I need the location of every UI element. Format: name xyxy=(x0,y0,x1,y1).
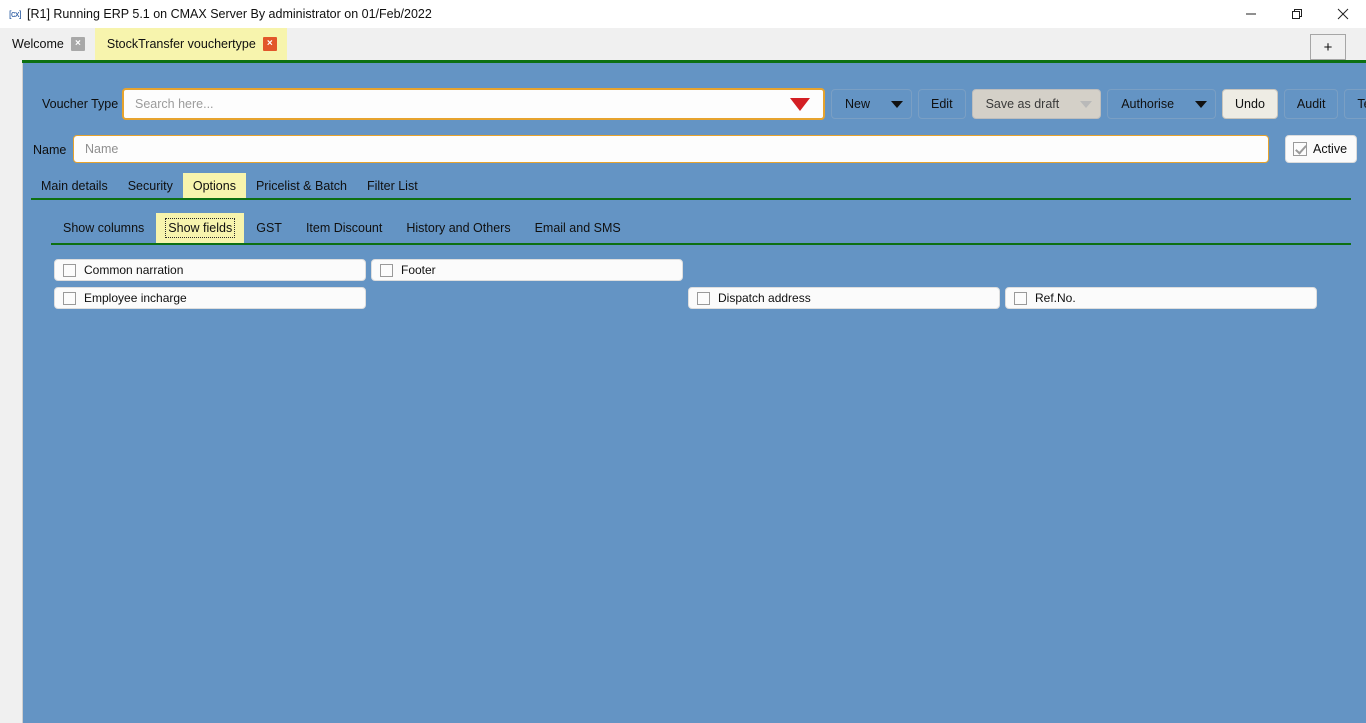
new-button[interactable]: New xyxy=(831,89,913,119)
tab-pricelist-and-batch[interactable]: Pricelist & Batch xyxy=(246,173,357,198)
template-button[interactable]: Template xyxy=(1344,89,1366,119)
active-checkbox-group[interactable]: Active xyxy=(1285,135,1357,163)
subtab-history-and-others-label: History and Others xyxy=(406,221,511,235)
window-title: [R1] Running ERP 5.1 on CMAX Server By a… xyxy=(27,7,432,21)
template-button-label: Template xyxy=(1357,97,1366,111)
ref-no-label: Ref.No. xyxy=(1035,291,1076,305)
add-tab-button[interactable]: + xyxy=(1310,34,1346,60)
tab-strip: Welcome × StockTransfer vouchertype × + xyxy=(0,28,1366,60)
active-checkbox[interactable] xyxy=(1293,142,1307,156)
employee-incharge-checkbox[interactable] xyxy=(63,291,76,305)
undo-button[interactable]: Undo xyxy=(1222,89,1278,119)
tab-options[interactable]: Options xyxy=(182,173,246,198)
subtab-show-fields-label: Show fields xyxy=(165,218,236,238)
employee-incharge-label: Employee incharge xyxy=(84,291,187,305)
voucher-type-search-box[interactable] xyxy=(122,88,825,120)
main-tab-bar: Main details Security Options Pricelist … xyxy=(23,173,1366,198)
save-as-draft-button-label: Save as draft xyxy=(985,97,1060,111)
tab-security-label: Security xyxy=(127,178,173,193)
save-as-draft-chevron-down-icon xyxy=(1070,90,1100,118)
tab-welcome[interactable]: Welcome × xyxy=(0,28,95,60)
subtab-show-fields[interactable]: Show fields xyxy=(156,213,245,243)
voucher-type-row: Voucher Type New Edit Save as draft xyxy=(23,88,1366,122)
tab-main-details[interactable]: Main details xyxy=(31,173,118,198)
sub-tab-divider xyxy=(51,243,1351,245)
search-input[interactable] xyxy=(133,91,790,117)
field-row-dispatch-address[interactable]: Dispatch address xyxy=(688,287,1000,309)
audit-button-label: Audit xyxy=(1296,97,1326,111)
ref-no-checkbox[interactable] xyxy=(1014,291,1027,305)
tab-filter-list-label: Filter List xyxy=(366,178,418,193)
subtab-email-and-sms[interactable]: Email and SMS xyxy=(523,213,633,243)
dispatch-address-checkbox[interactable] xyxy=(697,291,710,305)
subtab-history-and-others[interactable]: History and Others xyxy=(394,213,522,243)
minimize-icon[interactable] xyxy=(1228,0,1274,28)
tab-stocktransfer-vouchertype[interactable]: StockTransfer vouchertype × xyxy=(94,28,287,60)
page-body: Voucher Type New Edit Save as draft xyxy=(0,60,1366,723)
main-tab-divider xyxy=(31,198,1351,200)
field-row-ref-no[interactable]: Ref.No. xyxy=(1005,287,1317,309)
dispatch-address-label: Dispatch address xyxy=(718,291,811,305)
window-controls xyxy=(1228,0,1366,28)
authorise-button-chevron-down-icon[interactable] xyxy=(1185,90,1215,118)
restore-icon[interactable] xyxy=(1274,0,1320,28)
field-row-employee-incharge[interactable]: Employee incharge xyxy=(54,287,366,309)
undo-button-label: Undo xyxy=(1235,97,1265,111)
tab-security[interactable]: Security xyxy=(118,173,183,198)
dropdown-arrow-icon[interactable] xyxy=(790,97,810,111)
edit-button[interactable]: Edit xyxy=(918,89,966,119)
subtab-item-discount-label: Item Discount xyxy=(305,221,383,235)
footer-checkbox[interactable] xyxy=(380,263,393,277)
tab-welcome-close-icon[interactable]: × xyxy=(70,37,85,51)
tab-stocktransfer-vouchertype-label: StockTransfer vouchertype xyxy=(106,37,256,51)
app-icon: [cx] xyxy=(8,9,22,19)
subtab-show-columns[interactable]: Show columns xyxy=(51,213,156,243)
field-row-footer[interactable]: Footer xyxy=(371,259,683,281)
common-narration-checkbox[interactable] xyxy=(63,263,76,277)
sub-tab-bar: Show columns Show fields GST Item Discou… xyxy=(23,213,1366,243)
active-checkbox-label: Active xyxy=(1313,142,1348,156)
audit-button[interactable]: Audit xyxy=(1283,89,1339,119)
footer-label: Footer xyxy=(401,263,436,277)
close-icon[interactable] xyxy=(1320,0,1366,28)
tab-stocktransfer-vouchertype-close-icon[interactable]: × xyxy=(262,37,277,51)
edit-button-label: Edit xyxy=(931,97,953,111)
name-label: Name xyxy=(33,143,67,157)
subtab-gst-label: GST xyxy=(256,221,282,235)
name-input[interactable] xyxy=(83,137,1268,161)
tab-pricelist-and-batch-label: Pricelist & Batch xyxy=(255,178,347,193)
name-field-box[interactable] xyxy=(73,135,1269,163)
name-row: Name Active xyxy=(23,135,1366,165)
common-narration-label: Common narration xyxy=(84,263,184,277)
field-row-common-narration[interactable]: Common narration xyxy=(54,259,366,281)
save-as-draft-button[interactable]: Save as draft xyxy=(971,89,1102,119)
tab-main-details-label: Main details xyxy=(41,178,108,193)
window-title-bar: [cx] [R1] Running ERP 5.1 on CMAX Server… xyxy=(0,0,1366,28)
tab-add-area: + xyxy=(1310,28,1366,60)
authorise-button[interactable]: Authorise xyxy=(1107,89,1217,119)
voucher-type-label: Voucher Type xyxy=(42,97,119,111)
subtab-gst[interactable]: GST xyxy=(244,213,294,243)
tab-options-label: Options xyxy=(192,178,236,193)
authorise-button-label: Authorise xyxy=(1121,97,1175,111)
subtab-item-discount[interactable]: Item Discount xyxy=(294,213,394,243)
subtab-email-and-sms-label: Email and SMS xyxy=(534,221,621,235)
new-button-label: New xyxy=(845,97,871,111)
form-canvas: Voucher Type New Edit Save as draft xyxy=(22,63,1366,723)
tab-filter-list[interactable]: Filter List xyxy=(357,173,428,198)
new-button-chevron-down-icon[interactable] xyxy=(881,90,911,118)
tab-welcome-label: Welcome xyxy=(12,37,64,51)
subtab-show-columns-label: Show columns xyxy=(63,221,145,235)
action-toolbar: New Edit Save as draft Authorise Undo Au… xyxy=(831,88,1366,120)
